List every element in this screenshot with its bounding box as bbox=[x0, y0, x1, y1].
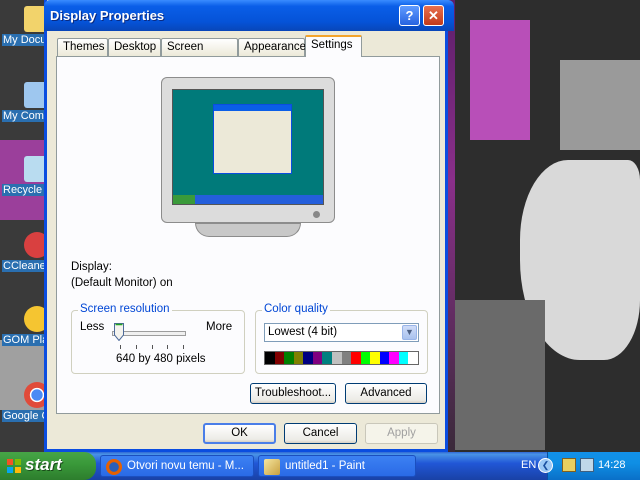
color-quality-title: Color quality bbox=[262, 303, 330, 315]
monitor-power-button bbox=[313, 211, 320, 218]
taskbar-button-paint[interactable]: untitled1 - Paint bbox=[258, 455, 416, 477]
network-icon[interactable] bbox=[580, 458, 594, 472]
display-label: Display: bbox=[71, 261, 112, 273]
monitor-stand bbox=[195, 223, 301, 237]
desktop-icon-label: GOM Player bbox=[2, 334, 48, 346]
start-button[interactable]: start bbox=[0, 452, 96, 480]
screen-resolution-group: Screen resolution Less More 640 by 480 p… bbox=[71, 303, 245, 374]
color-palette-bar bbox=[264, 351, 419, 365]
tab-desktop[interactable]: Desktop bbox=[108, 38, 161, 56]
resolution-value: 640 by 480 pixels bbox=[116, 353, 206, 365]
title-bar[interactable]: Display Properties ? ✕ bbox=[44, 0, 454, 31]
desktop-icon-google-chrome[interactable]: Google Chrome bbox=[2, 382, 50, 425]
cancel-button[interactable]: Cancel bbox=[284, 423, 357, 444]
close-button[interactable]: ✕ bbox=[423, 5, 444, 26]
start-label: start bbox=[25, 455, 62, 474]
paint-icon bbox=[264, 459, 280, 475]
color-swatch bbox=[303, 352, 313, 364]
desktop-icon-ccleaner[interactable]: CCleaner bbox=[2, 232, 50, 275]
tab-screen-saver[interactable]: Screen Saver bbox=[161, 38, 238, 70]
monitor-bezel bbox=[161, 77, 335, 223]
desktop-icon-label: Google Chrome bbox=[2, 410, 48, 422]
tray-app-icon[interactable] bbox=[562, 458, 576, 472]
taskbar: start Otvori novu temu - M... untitled1 … bbox=[0, 452, 640, 480]
window-title: Display Properties bbox=[50, 8, 165, 23]
troubleshoot-button[interactable]: Troubleshoot... bbox=[250, 383, 336, 404]
mini-taskbar bbox=[173, 195, 323, 204]
desktop-icon-my-computer[interactable]: My Computer bbox=[2, 82, 50, 125]
desktop-icon-gom-player[interactable]: GOM Player bbox=[2, 306, 50, 349]
screen-resolution-title: Screen resolution bbox=[78, 303, 172, 315]
color-swatch bbox=[284, 352, 294, 364]
chevron-down-icon[interactable]: ▼ bbox=[402, 325, 417, 340]
color-swatch bbox=[408, 352, 418, 364]
resolution-slider-thumb[interactable] bbox=[114, 323, 124, 341]
color-swatch bbox=[389, 352, 399, 364]
mini-start-button bbox=[173, 195, 195, 204]
system-tray bbox=[547, 452, 640, 480]
desktop-icon-my-documents[interactable]: My Documents bbox=[2, 6, 50, 49]
display-value: (Default Monitor) on bbox=[71, 277, 173, 289]
monitor-screen bbox=[172, 89, 324, 205]
wallpaper-shape bbox=[470, 20, 530, 140]
color-swatch bbox=[351, 352, 361, 364]
color-swatch bbox=[312, 352, 323, 364]
mini-window-preview bbox=[213, 104, 292, 174]
color-swatch bbox=[274, 352, 285, 364]
advanced-button[interactable]: Advanced bbox=[345, 383, 427, 404]
resolution-ticks bbox=[120, 345, 184, 349]
color-swatch bbox=[293, 352, 304, 364]
color-quality-select[interactable]: Lowest (4 bit) ▼ bbox=[264, 323, 419, 342]
more-label: More bbox=[206, 321, 233, 333]
clock: 14:28 bbox=[598, 459, 626, 471]
taskbar-button-label: Otvori novu temu - M... bbox=[127, 460, 244, 472]
monitor-preview bbox=[161, 77, 335, 237]
color-quality-selected: Lowest (4 bit) bbox=[268, 326, 338, 338]
color-swatch bbox=[265, 352, 275, 364]
color-swatch bbox=[322, 352, 332, 364]
desktop-icon-label: My Computer bbox=[2, 110, 48, 122]
less-label: Less bbox=[80, 321, 105, 333]
color-swatch bbox=[370, 352, 380, 364]
taskbar-button-label: untitled1 - Paint bbox=[285, 460, 365, 472]
color-swatch bbox=[379, 352, 390, 364]
desktop-icon-recycle-bin[interactable]: Recycle Bin bbox=[2, 156, 50, 199]
wallpaper-shape bbox=[560, 60, 640, 150]
chevron-left-icon[interactable]: ❮ bbox=[538, 458, 553, 473]
firefox-icon bbox=[106, 459, 122, 475]
color-swatch bbox=[331, 352, 342, 364]
ok-button[interactable]: OK bbox=[203, 423, 276, 444]
color-swatch bbox=[341, 352, 352, 364]
help-button[interactable]: ? bbox=[399, 5, 420, 26]
tab-appearance[interactable]: Appearance bbox=[238, 38, 306, 56]
desktop-icon-label: Recycle Bin bbox=[2, 184, 48, 196]
tab-settings[interactable]: Settings bbox=[305, 35, 362, 57]
wallpaper-shape bbox=[455, 300, 545, 450]
taskbar-button-firefox[interactable]: Otvori novu temu - M... bbox=[100, 455, 254, 477]
language-indicator[interactable]: EN bbox=[521, 459, 536, 471]
desktop-icon-label: CCleaner bbox=[2, 260, 48, 272]
color-quality-group: Color quality Lowest (4 bit) ▼ bbox=[255, 303, 428, 374]
tab-themes[interactable]: Themes bbox=[57, 38, 108, 56]
color-swatch bbox=[360, 352, 371, 364]
desktop-icon-label: My Documents bbox=[2, 34, 48, 46]
color-swatch bbox=[398, 352, 409, 364]
display-properties-window: Display Properties ? ✕ Themes Desktop Sc… bbox=[44, 0, 454, 452]
settings-panel: Display: (Default Monitor) on Screen res… bbox=[56, 56, 440, 414]
windows-logo-icon bbox=[7, 459, 21, 473]
apply-button[interactable]: Apply bbox=[365, 423, 438, 444]
